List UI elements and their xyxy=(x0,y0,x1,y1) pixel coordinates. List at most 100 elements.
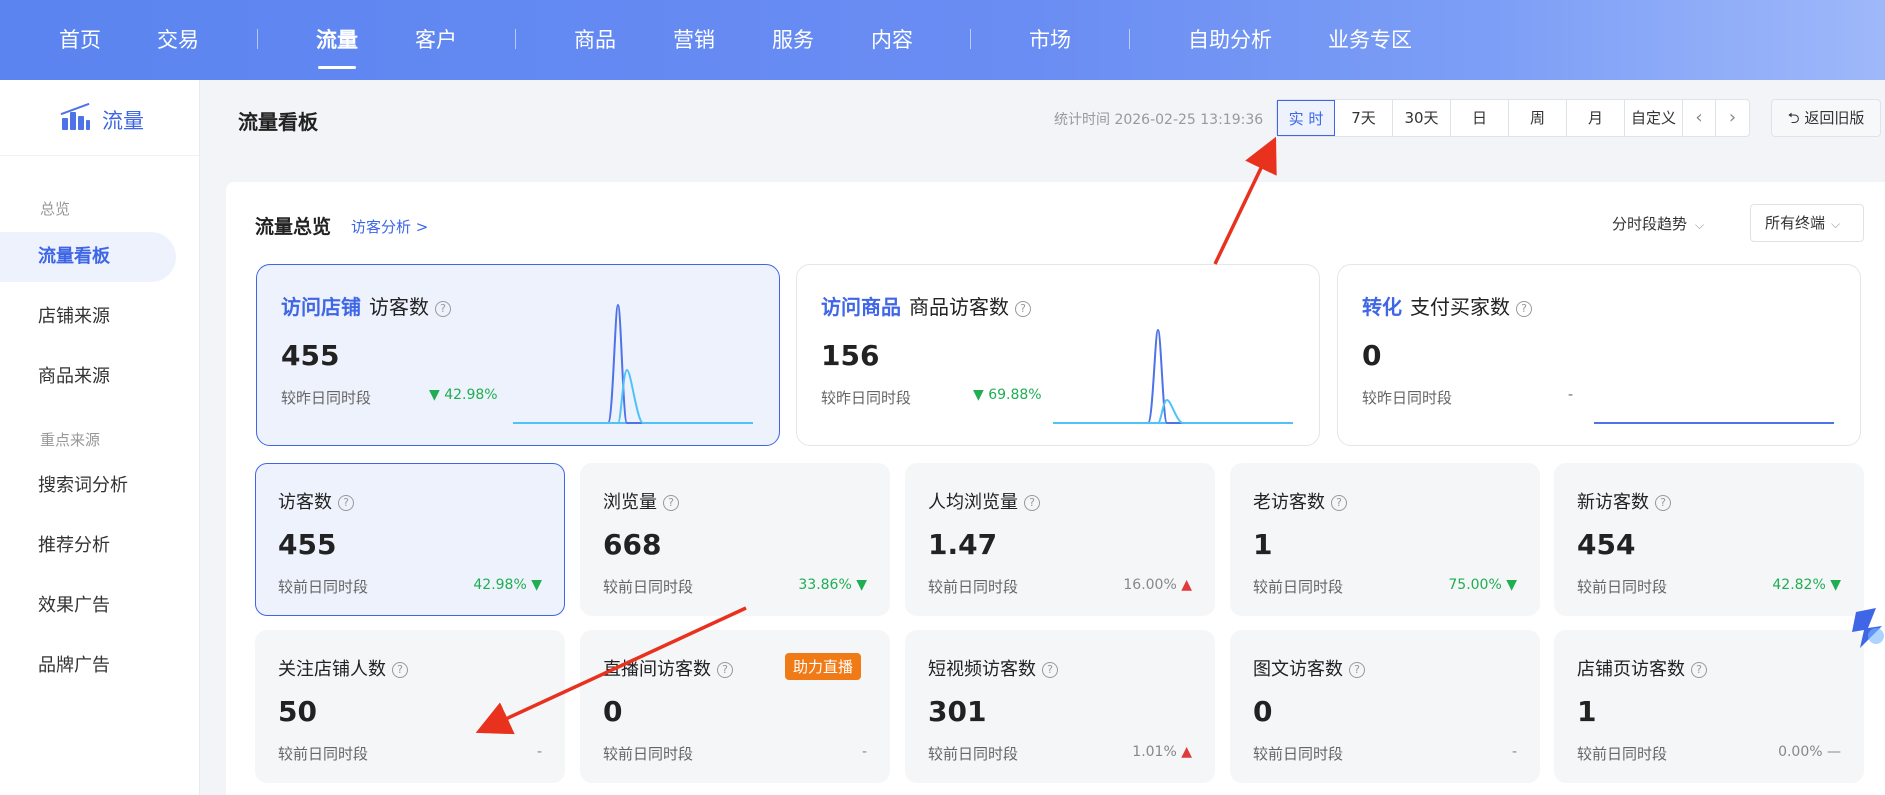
metric-card-video-visitors[interactable]: 短视频访客数? 301 较前日同时段 1.01% ▲ xyxy=(905,630,1215,783)
help-icon[interactable]: ? xyxy=(1024,495,1040,511)
sidebar-item-shop-source[interactable]: 店铺来源 xyxy=(0,292,176,342)
nav-service[interactable]: 服务 xyxy=(772,24,814,54)
help-icon[interactable]: ? xyxy=(1691,662,1707,678)
help-icon[interactable]: ? xyxy=(338,495,354,511)
trend-dropdown[interactable]: 分时段趋势 ⌵ xyxy=(1612,213,1704,234)
nav-divider xyxy=(515,29,516,49)
tab-7days[interactable]: 7天 xyxy=(1335,100,1393,136)
page-title: 流量看板 xyxy=(238,110,318,134)
overview-title: 流量总览 xyxy=(255,216,332,238)
traffic-chart-icon xyxy=(60,102,90,130)
sidebar-group-key-sources: 重点来源 xyxy=(40,431,101,449)
sidebar-item-traffic-board[interactable]: 流量看板 xyxy=(0,232,176,282)
metric-card-returning-visitors[interactable]: 老访客数? 1 较前日同时段 75.00% ▼ xyxy=(1230,463,1540,616)
time-range-tabs: 实 时 7天 30天 日 周 月 自定义 ‹ › xyxy=(1276,99,1750,137)
nav-market[interactable]: 市场 xyxy=(1029,24,1071,54)
card-conversion[interactable]: 转化 支付买家数? 0 较昨日同时段 - xyxy=(1337,264,1861,446)
sidebar-item-performance-ads[interactable]: 效果广告 xyxy=(0,581,176,631)
help-icon[interactable]: ? xyxy=(435,300,451,317)
metric-card-visitors[interactable]: 访客数? 455 较前日同时段 42.98% ▼ xyxy=(255,463,565,616)
nav-home[interactable]: 首页 xyxy=(59,24,101,54)
metric-value: 0 xyxy=(603,695,623,728)
card-shop-visitors[interactable]: 访问店铺 访客数? 455 较昨日同时段 ▼ 42.98% xyxy=(256,264,780,446)
metric-card-live-visitors[interactable]: 直播间访客数? 助力直播 0 较前日同时段 - xyxy=(580,630,890,783)
nav-marketing[interactable]: 营销 xyxy=(673,24,715,54)
metric-compare-label: 较前日同时段 xyxy=(603,578,694,596)
nav-product[interactable]: 商品 xyxy=(574,24,616,54)
metric-value: 301 xyxy=(928,695,987,728)
help-icon[interactable]: ? xyxy=(717,662,733,678)
metric-label: 短视频访客数 xyxy=(928,659,1036,680)
card-header: 访问商品 商品访客数? xyxy=(821,291,1031,320)
metric-compare-label: 较前日同时段 xyxy=(1253,745,1344,763)
tab-realtime[interactable]: 实 时 xyxy=(1277,100,1335,136)
down-arrow-icon: ▼ xyxy=(1506,577,1517,593)
chevron-right-icon[interactable]: › xyxy=(1716,100,1749,136)
help-icon[interactable]: ? xyxy=(1015,300,1031,317)
metric-change: 0.00% — xyxy=(1778,744,1841,760)
metric-label: 店铺页访客数 xyxy=(1577,659,1685,680)
card-compare-label: 较昨日同时段 xyxy=(1362,389,1453,407)
sidebar-item-brand-ads[interactable]: 品牌广告 xyxy=(0,641,176,691)
back-to-old-version-button[interactable]: ⮌ 返回旧版 xyxy=(1771,99,1881,137)
metric-value: 454 xyxy=(1577,528,1636,561)
metric-label: 浏览量 xyxy=(603,492,657,513)
assistant-icon[interactable] xyxy=(1846,606,1885,652)
tab-custom[interactable]: 自定义 xyxy=(1625,100,1683,136)
stat-time: 统计时间 2026-02-25 13:19:36 xyxy=(1054,112,1264,128)
nav-business-zone[interactable]: 业务专区 xyxy=(1328,24,1412,54)
metric-change: 1.01% ▲ xyxy=(1132,744,1192,760)
card-metric: 支付买家数 xyxy=(1410,295,1510,319)
metric-card-post-visitors[interactable]: 图文访客数? 0 较前日同时段 - xyxy=(1230,630,1540,783)
metric-value: 668 xyxy=(603,528,662,561)
metric-card-shop-followers[interactable]: 关注店铺人数? 50 较前日同时段 - xyxy=(255,630,565,783)
card-category: 访问商品 xyxy=(821,295,901,319)
tab-day[interactable]: 日 xyxy=(1451,100,1509,136)
metric-change: 75.00% ▼ xyxy=(1448,577,1517,593)
tab-30days[interactable]: 30天 xyxy=(1393,100,1451,136)
card-product-visitors[interactable]: 访问商品 商品访客数? 156 较昨日同时段 ▼ 69.88% xyxy=(796,264,1320,446)
terminal-select[interactable]: 所有终端 ⌵ xyxy=(1750,204,1864,242)
metric-change: - xyxy=(536,744,542,760)
metric-value: 0 xyxy=(1253,695,1273,728)
metric-change: 16.00% ▲ xyxy=(1123,577,1192,593)
metric-card-shop-page-visitors[interactable]: 店铺页访客数? 1 较前日同时段 0.00% — xyxy=(1554,630,1864,783)
card-category: 转化 xyxy=(1362,295,1402,319)
help-icon[interactable]: ? xyxy=(1349,662,1365,678)
metric-value: 1 xyxy=(1577,695,1597,728)
metric-change: - xyxy=(861,744,867,760)
metric-card-pageviews[interactable]: 浏览量? 668 较前日同时段 33.86% ▼ xyxy=(580,463,890,616)
sidebar-group-overview: 总览 xyxy=(40,200,71,218)
card-compare-label: 较昨日同时段 xyxy=(281,389,372,407)
sparkline-compare xyxy=(513,368,753,424)
help-icon[interactable]: ? xyxy=(1331,495,1347,511)
chevron-left-icon[interactable]: ‹ xyxy=(1683,100,1716,136)
visitor-analysis-link[interactable]: 访客分析 > xyxy=(351,216,428,237)
boost-live-badge[interactable]: 助力直播 xyxy=(784,653,861,680)
nav-trade[interactable]: 交易 xyxy=(157,24,199,54)
metric-label: 图文访客数 xyxy=(1253,659,1343,680)
metric-card-avg-pageviews[interactable]: 人均浏览量? 1.47 较前日同时段 16.00% ▲ xyxy=(905,463,1215,616)
nav-self-analysis[interactable]: 自助分析 xyxy=(1188,24,1272,54)
tab-week[interactable]: 周 xyxy=(1509,100,1567,136)
help-icon[interactable]: ? xyxy=(1516,300,1532,317)
tab-month[interactable]: 月 xyxy=(1567,100,1625,136)
nav-customer[interactable]: 客户 xyxy=(415,24,457,54)
nav-content[interactable]: 内容 xyxy=(871,24,913,54)
help-icon[interactable]: ? xyxy=(1655,495,1671,511)
card-metric: 商品访客数 xyxy=(909,295,1009,319)
sidebar-item-search-terms[interactable]: 搜索词分析 xyxy=(0,461,176,511)
sidebar-item-product-source[interactable]: 商品来源 xyxy=(0,352,176,402)
help-icon[interactable]: ? xyxy=(1042,662,1058,678)
help-icon[interactable]: ? xyxy=(392,662,408,678)
card-change: ▼ 42.98% xyxy=(429,387,498,403)
metric-card-new-visitors[interactable]: 新访客数? 454 较前日同时段 42.82% ▼ xyxy=(1554,463,1864,616)
card-header: 转化 支付买家数? xyxy=(1362,291,1532,320)
trend-label: 分时段趋势 xyxy=(1612,215,1688,233)
sidebar-item-recommend[interactable]: 推荐分析 xyxy=(0,521,176,571)
nav-traffic[interactable]: 流量 xyxy=(316,24,358,54)
help-icon[interactable]: ? xyxy=(663,495,679,511)
metric-compare-label: 较前日同时段 xyxy=(278,745,369,763)
return-icon: ⮌ xyxy=(1787,109,1800,127)
nav-divider xyxy=(1129,29,1130,49)
